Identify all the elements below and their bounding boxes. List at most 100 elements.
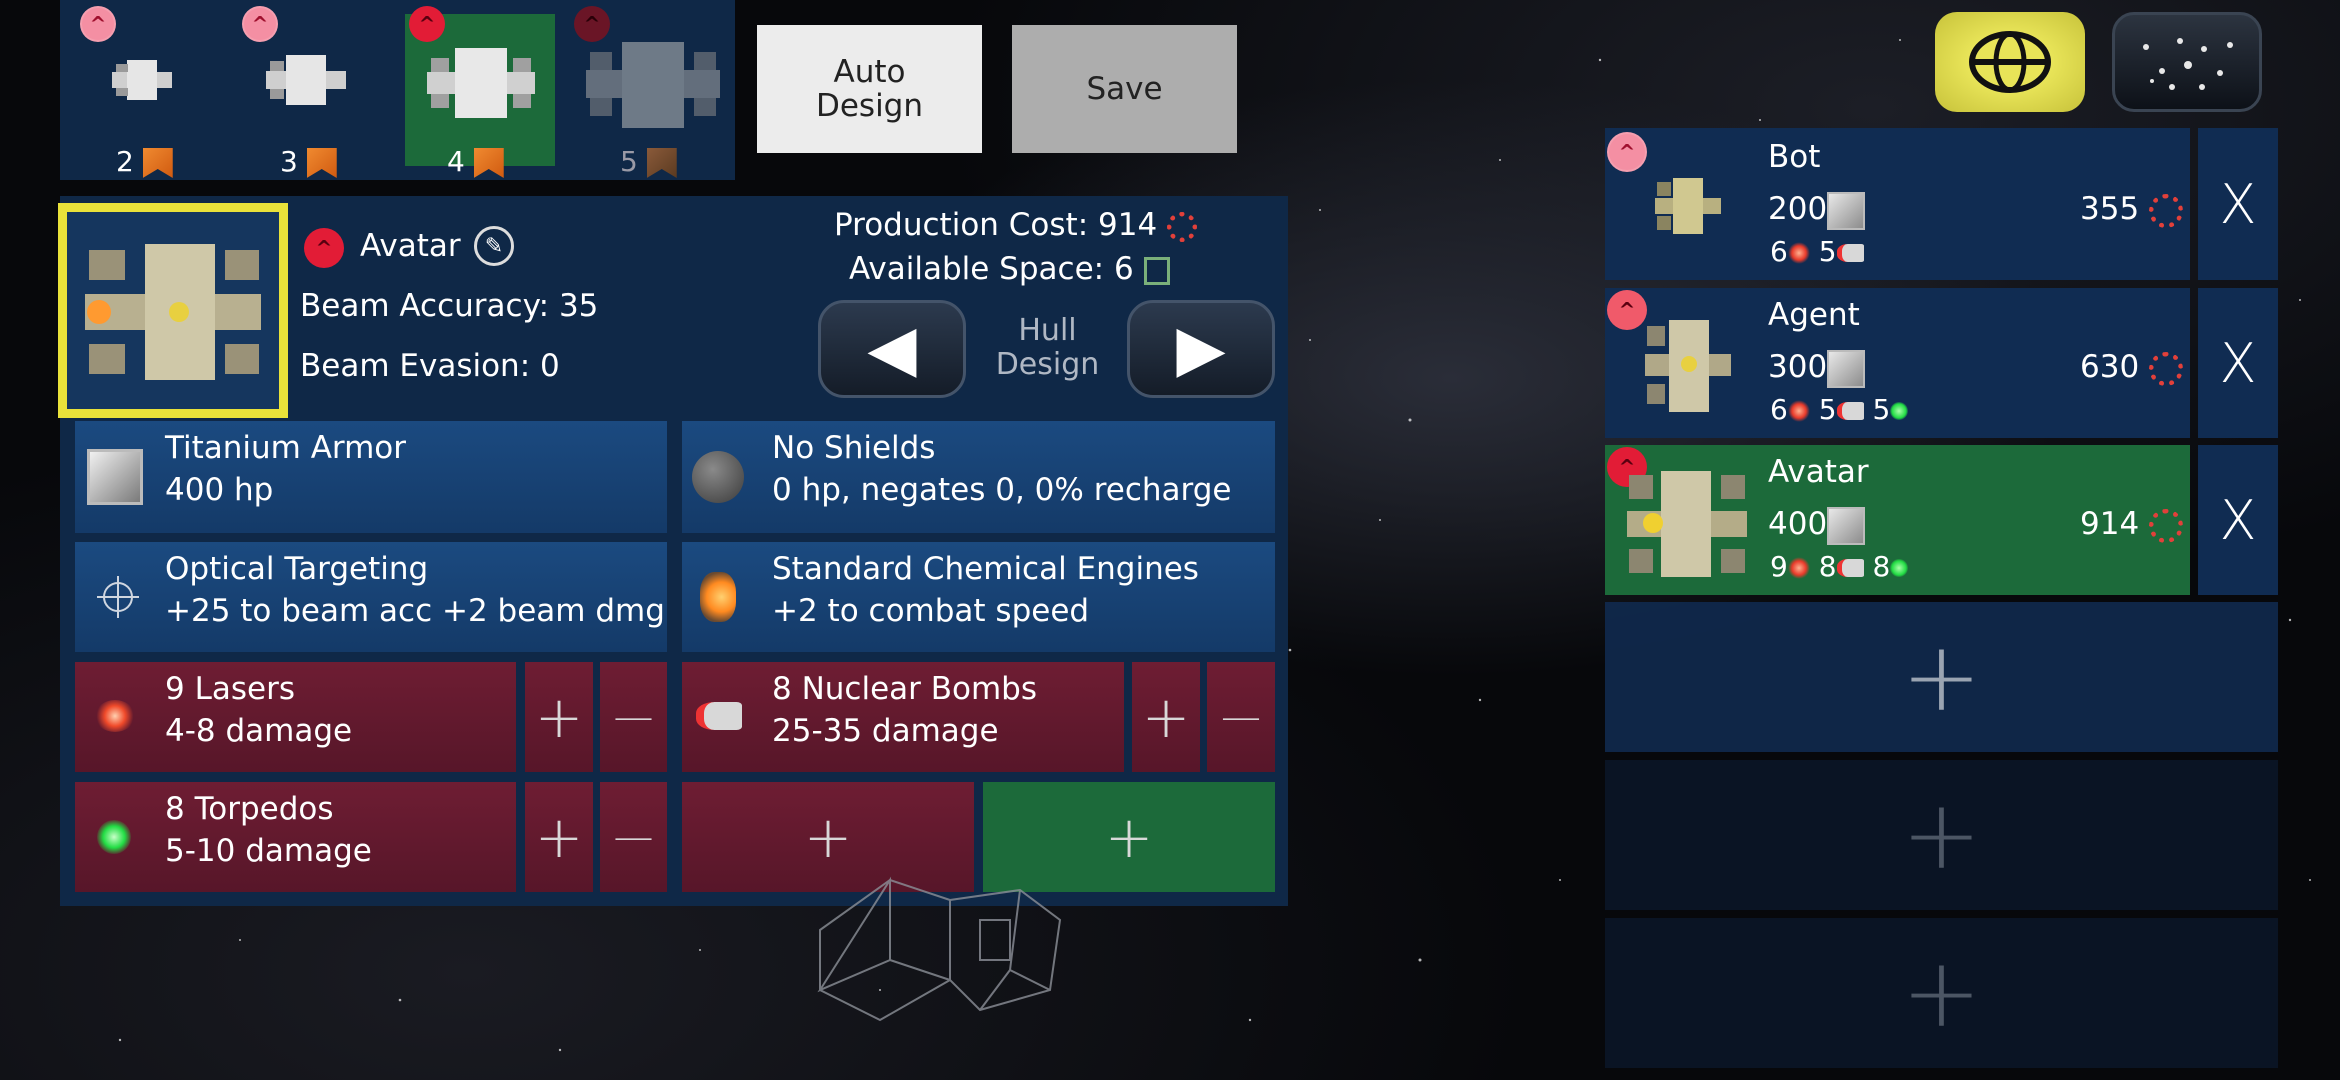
bombs-tile[interactable]: 8 Nuclear Bombs 25-35 damage	[682, 662, 1124, 772]
torpedo-count: 8	[1872, 550, 1891, 583]
torpedos-tile[interactable]: 8 Torpedos 5-10 damage	[75, 782, 516, 892]
saved-design-row[interactable]: ^ Agent 300 630 6 5 5	[1605, 288, 2190, 438]
new-design-slot[interactable]: +	[1605, 760, 2278, 910]
cost-value: 355	[2080, 191, 2140, 227]
armor-tile[interactable]: Titanium Armor 400 hp	[75, 421, 667, 533]
ship-icon	[427, 48, 535, 118]
armor-icon	[1827, 191, 1866, 230]
saved-design-row[interactable]: ^ Bot 200 355 6 5	[1605, 128, 2190, 280]
hull-selector: ^ 2 ^ 3 ^ 4 ^ 5	[60, 0, 735, 180]
star-map-icon	[2143, 38, 2233, 90]
production-cost-icon	[1167, 211, 1198, 242]
next-hull-button[interactable]: ▶	[1127, 300, 1275, 398]
hull-slot-3[interactable]: ^ 3	[224, 0, 388, 180]
laser-icon	[1787, 242, 1810, 264]
armor-title: Titanium Armor	[165, 430, 407, 466]
torpedos-title: 8 Torpedos	[165, 791, 334, 827]
design-name: Agent	[1768, 297, 1860, 333]
hull-design-label: Hull Design	[980, 314, 1115, 382]
design-name: Avatar	[1768, 454, 1869, 490]
laser-count: 6	[1770, 393, 1788, 426]
rank-icon: ^	[242, 6, 278, 42]
prev-hull-button[interactable]: ◀	[818, 300, 966, 398]
rank-icon: ^	[80, 6, 116, 42]
lasers-add-button[interactable]: +	[525, 662, 593, 772]
torpedos-remove-button[interactable]: —	[600, 782, 667, 892]
shields-tile[interactable]: No Shields 0 hp, negates 0, 0% recharge	[682, 421, 1275, 533]
torpedos-add-button[interactable]: +	[525, 782, 593, 892]
armor-value: 300	[1768, 349, 1828, 385]
delete-design-button[interactable]: X	[2198, 128, 2278, 280]
saved-design-row[interactable]: ^ Avatar 400 914 9 8 8	[1605, 445, 2190, 595]
lasers-tile[interactable]: 9 Lasers 4-8 damage	[75, 662, 516, 772]
hull-slot-2[interactable]: ^ 2	[60, 0, 224, 180]
armor-icon	[1827, 506, 1866, 545]
shield-icon	[692, 451, 744, 503]
bombs-detail: 25-35 damage	[772, 713, 999, 749]
bomb-count: 8	[1818, 550, 1837, 583]
ship-icon	[112, 60, 172, 100]
edit-name-icon[interactable]: ✎	[474, 226, 514, 266]
space-cube-icon	[1143, 256, 1170, 285]
bombs-title: 8 Nuclear Bombs	[772, 671, 1037, 707]
torpedo-icon	[97, 820, 131, 854]
rank-icon: ^	[304, 228, 344, 268]
rank-flag-icon	[306, 148, 337, 178]
beam-accuracy: Beam Accuracy: 35	[300, 288, 599, 324]
hull-slot-5[interactable]: ^ 5	[570, 0, 735, 180]
bombs-remove-button[interactable]: —	[1207, 662, 1275, 772]
new-design-slot[interactable]: +	[1605, 602, 2278, 752]
available-space-label: Available Space:	[849, 251, 1105, 287]
design-name: Bot	[1768, 139, 1821, 175]
beam-evasion: Beam Evasion: 0	[300, 348, 560, 384]
available-space-value: 6	[1113, 251, 1134, 287]
hull-design-line-1: Hull	[1018, 313, 1077, 348]
laser-count: 9	[1770, 550, 1788, 583]
lasers-remove-button[interactable]: —	[600, 662, 667, 772]
globe-ship-icon	[1969, 31, 2051, 93]
targeting-title: Optical Targeting	[165, 551, 429, 587]
cost-icon	[2149, 193, 2184, 228]
laser-icon	[95, 700, 135, 732]
delete-design-button[interactable]: X	[2198, 445, 2278, 595]
cost-icon	[2149, 351, 2184, 386]
engines-title: Standard Chemical Engines	[772, 551, 1199, 587]
hull-wireframe-icon	[817, 876, 1062, 1022]
torpedo-count: 5	[1872, 393, 1891, 426]
rank-icon: ^	[409, 6, 445, 42]
laser-icon	[1787, 400, 1810, 422]
galaxy-map-button[interactable]	[2112, 12, 2262, 112]
auto-design-button[interactable]: Auto Design	[757, 25, 982, 153]
targeting-tile[interactable]: Optical Targeting +25 to beam acc +2 bea…	[75, 542, 667, 652]
ship-preview[interactable]	[58, 203, 288, 418]
new-design-slot[interactable]: +	[1605, 918, 2278, 1068]
armor-icon	[1827, 349, 1866, 388]
torpedo-icon	[1890, 402, 1909, 420]
hull-number: 3	[280, 145, 298, 178]
auto-design-label-2: Design	[815, 88, 924, 124]
save-button[interactable]: Save	[1012, 25, 1237, 153]
right-arrow-icon: ▶	[1176, 312, 1226, 386]
crosshair-icon	[97, 576, 139, 618]
ship-avatar-icon	[1627, 471, 1747, 577]
ship-bot-icon	[1655, 178, 1721, 234]
rank-flag-icon	[646, 148, 677, 178]
armor-value: 400	[1768, 506, 1828, 542]
rank-icon: ^	[1607, 132, 1647, 172]
hull-number: 5	[620, 145, 638, 178]
engine-icon	[700, 572, 736, 622]
left-arrow-icon: ◀	[867, 312, 917, 386]
delete-design-button[interactable]: X	[2198, 288, 2278, 438]
bomb-count: 5	[1818, 235, 1837, 268]
armor-icon	[87, 449, 143, 505]
bomb-icon	[1836, 244, 1864, 262]
ship-icon	[586, 42, 720, 128]
ship-avatar-icon	[85, 244, 261, 380]
ship-designs-button[interactable]	[1935, 12, 2085, 112]
engines-tile[interactable]: Standard Chemical Engines +2 to combat s…	[682, 542, 1275, 652]
lasers-detail: 4-8 damage	[165, 713, 353, 749]
armor-value: 200	[1768, 191, 1828, 227]
bombs-add-button[interactable]: +	[1132, 662, 1200, 772]
rank-flag-icon	[142, 148, 173, 178]
hull-slot-4[interactable]: ^ 4	[405, 6, 555, 178]
